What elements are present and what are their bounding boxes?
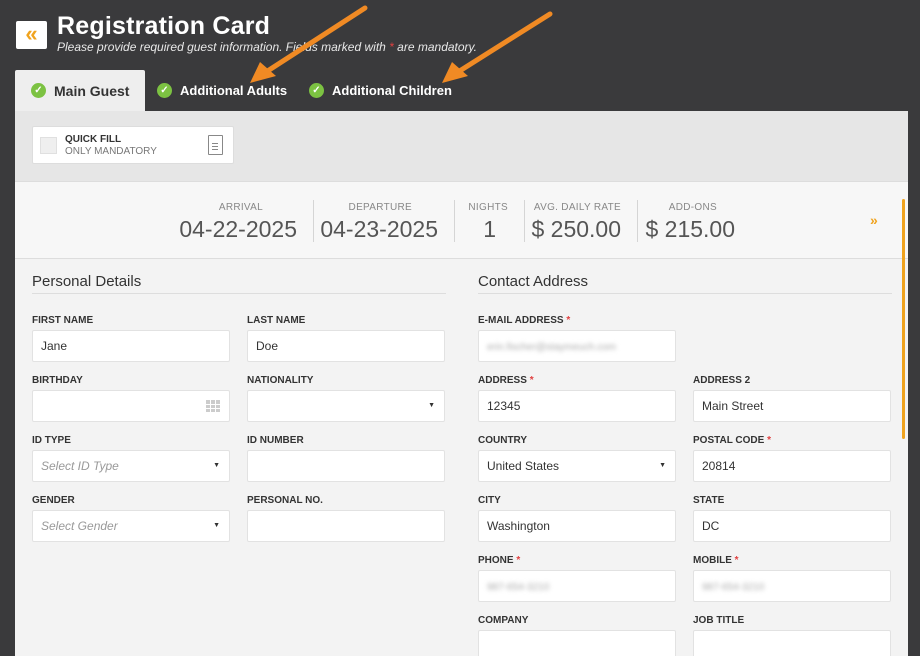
email-label: E-MAIL ADDRESS *: [478, 315, 570, 326]
postal-label-text: POSTAL CODE: [693, 435, 765, 446]
annotation-arrow-children: [442, 11, 553, 83]
quick-fill-subtitle: ONLY MANDATORY: [65, 146, 157, 157]
email-field[interactable]: erin.fischer@staymeuch.com: [478, 330, 676, 362]
personal-details-title: Personal Details: [32, 273, 142, 290]
calendar-icon[interactable]: [206, 400, 220, 412]
mobile-field[interactable]: 987-654-3210: [693, 570, 891, 602]
id-type-select[interactable]: Select ID Type ▼: [32, 450, 230, 482]
caret-down-icon: ▼: [213, 522, 220, 529]
arrival-value: 04-22-2025: [179, 216, 297, 242]
double-chevron-down-icon[interactable]: »: [870, 212, 878, 228]
postal-code-field[interactable]: 20814: [693, 450, 891, 482]
document-icon: [208, 135, 223, 155]
quick-fill-toggle[interactable]: QUICK FILL ONLY MANDATORY: [32, 126, 234, 164]
nights-label: NIGHTS: [468, 202, 508, 213]
address-label: ADDRESS *: [478, 375, 534, 386]
contact-address-title: Contact Address: [478, 273, 589, 290]
mobile-label-text: MOBILE: [693, 555, 732, 566]
company-field[interactable]: [478, 630, 676, 656]
city-label: CITY: [478, 495, 501, 506]
email-value: erin.fischer@staymeuch.com: [487, 342, 617, 353]
last-name-label: LAST NAME: [247, 315, 306, 326]
stay-summary: ARRIVAL 04-22-2025 DEPARTURE 04-23-2025 …: [15, 181, 908, 259]
birthday-field[interactable]: [32, 390, 230, 422]
gender-placeholder: Select Gender: [41, 519, 118, 533]
rate-value: $ 250.00: [531, 216, 621, 242]
company-label: COMPANY: [478, 615, 529, 626]
rate-label: AVG. DAILY RATE: [533, 202, 621, 213]
required-mark: *: [566, 315, 571, 326]
country-select[interactable]: United States ▼: [478, 450, 676, 482]
quick-fill-bar: QUICK FILL ONLY MANDATORY: [15, 111, 908, 181]
arrival-label: ARRIVAL: [218, 202, 263, 213]
registration-form-panel: QUICK FILL ONLY MANDATORY ARRIVAL 04-22-…: [15, 111, 908, 656]
departure-summary: DEPARTURE 04-23-2025: [320, 182, 438, 260]
departure-value: 04-23-2025: [320, 216, 438, 242]
section-divider: [32, 293, 446, 294]
id-number-field[interactable]: [247, 450, 445, 482]
phone-field[interactable]: 987-654-3210: [478, 570, 676, 602]
divider: [524, 200, 525, 242]
nights-summary: NIGHTS 1: [467, 182, 508, 260]
divider: [313, 200, 314, 242]
nationality-select[interactable]: ▼: [247, 390, 445, 422]
nationality-label: NATIONALITY: [247, 375, 314, 386]
country-label: COUNTRY: [478, 435, 528, 446]
first-name-field[interactable]: Jane: [32, 330, 230, 362]
phone-value: 987-654-3210: [487, 582, 550, 593]
job-title-label: JOB TITLE: [693, 615, 745, 626]
postal-code-label: POSTAL CODE *: [693, 435, 771, 446]
id-type-label: ID TYPE: [32, 435, 71, 446]
scrollbar[interactable]: [902, 199, 905, 439]
mobile-value: 987-654-3210: [702, 582, 765, 593]
nights-value: 1: [483, 216, 496, 242]
caret-down-icon: ▼: [213, 462, 220, 469]
address-label-text: ADDRESS: [478, 375, 527, 386]
last-name-field[interactable]: Doe: [247, 330, 445, 362]
gender-select[interactable]: Select Gender ▼: [32, 510, 230, 542]
required-mark: *: [767, 435, 771, 446]
required-mark: *: [516, 555, 521, 566]
phone-label: PHONE *: [478, 555, 520, 566]
first-name-label: FIRST NAME: [32, 315, 94, 326]
address-field[interactable]: 12345: [478, 390, 676, 422]
address2-field[interactable]: Main Street: [693, 390, 891, 422]
divider: [454, 200, 455, 242]
departure-label: DEPARTURE: [348, 202, 412, 213]
rate-summary: AVG. DAILY RATE $ 250.00: [531, 182, 621, 260]
addons-value: $ 215.00: [645, 216, 735, 242]
addons-label: ADD-ONS: [668, 202, 717, 213]
section-divider: [478, 293, 892, 294]
addons-summary: ADD-ONS $ 215.00: [645, 182, 735, 260]
state-label: STATE: [693, 495, 725, 506]
personal-no-field[interactable]: [247, 510, 445, 542]
country-value: United States: [487, 459, 560, 473]
birthday-label: BIRTHDAY: [32, 375, 83, 386]
email-label-text: E-MAIL ADDRESS: [478, 315, 564, 326]
personal-no-label: PERSONAL NO.: [247, 495, 323, 506]
phone-label-text: PHONE: [478, 555, 514, 566]
address2-label: ADDRESS 2: [693, 375, 751, 386]
id-type-placeholder: Select ID Type: [41, 459, 119, 473]
state-field[interactable]: DC: [693, 510, 891, 542]
city-field[interactable]: Washington: [478, 510, 676, 542]
caret-down-icon: ▼: [659, 462, 666, 469]
id-number-label: ID NUMBER: [247, 435, 304, 446]
gender-label: GENDER: [32, 495, 75, 506]
required-mark: *: [734, 555, 739, 566]
arrival-summary: ARRIVAL 04-22-2025: [179, 182, 297, 260]
mobile-label: MOBILE *: [693, 555, 739, 566]
divider: [637, 200, 638, 242]
required-mark: *: [529, 375, 534, 386]
quick-fill-checkbox[interactable]: [40, 137, 57, 154]
job-title-field[interactable]: [693, 630, 891, 656]
quick-fill-title: QUICK FILL: [65, 134, 122, 145]
caret-down-icon: ▼: [428, 402, 435, 409]
